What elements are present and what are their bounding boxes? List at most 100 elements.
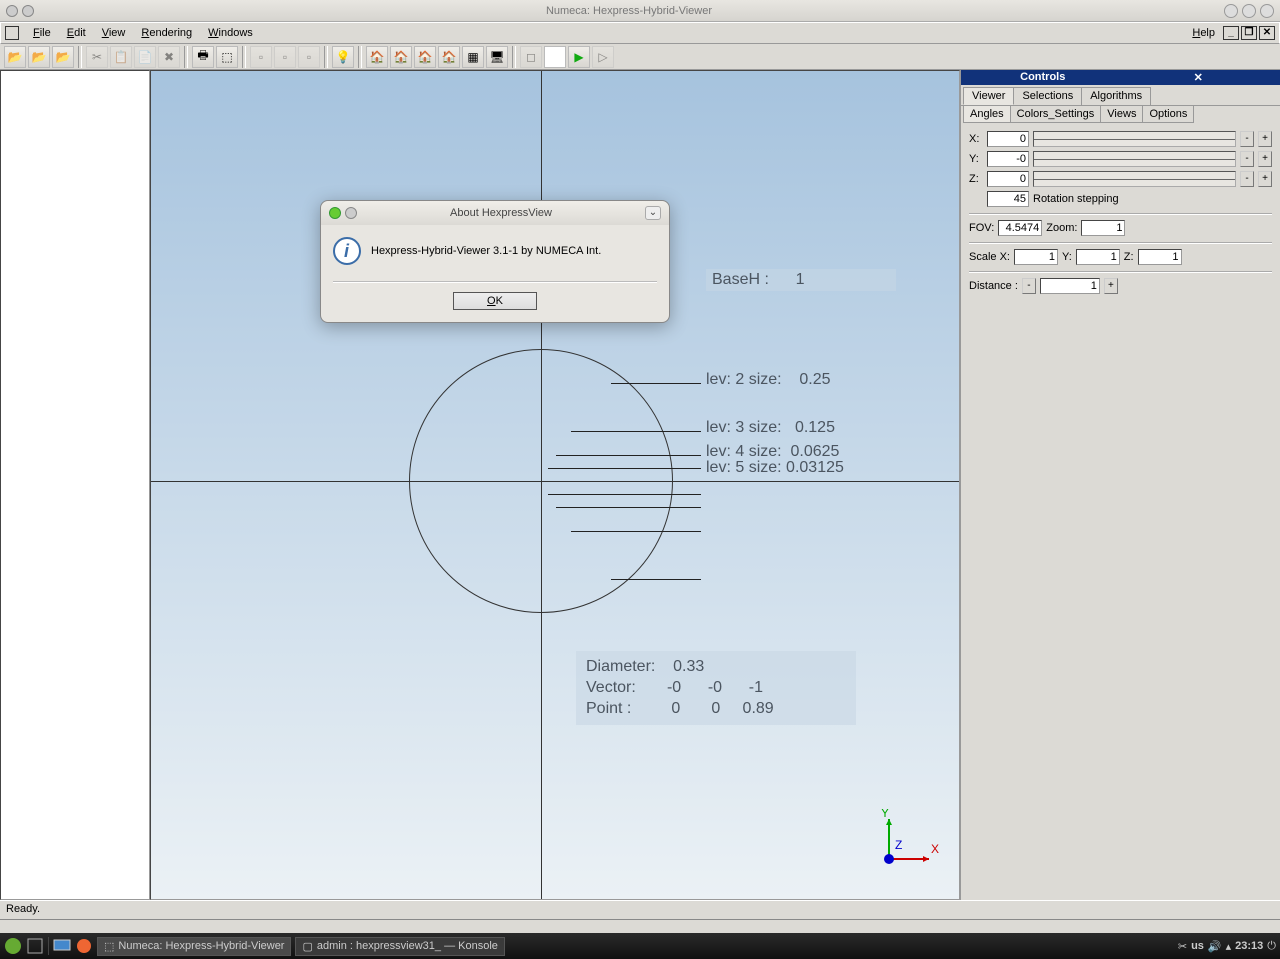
subtab-colors[interactable]: Colors_Settings: [1010, 106, 1102, 123]
open2-button[interactable]: 📂: [28, 46, 50, 68]
angle-x-slider[interactable]: [1033, 131, 1236, 147]
zoom-label: Zoom:: [1046, 222, 1077, 234]
mdi-minimize-button[interactable]: _: [1223, 26, 1239, 40]
play2-button: ▷: [592, 46, 614, 68]
house4-button[interactable]: 🏠: [438, 46, 460, 68]
screen-button[interactable]: 🖥: [486, 46, 508, 68]
scalex-input[interactable]: [1014, 249, 1058, 265]
scissors-icon[interactable]: ✂: [1178, 940, 1187, 953]
ok-button[interactable]: OK: [453, 292, 537, 310]
box-button[interactable]: ⬚: [216, 46, 238, 68]
svg-text:Y: Y: [881, 809, 889, 820]
menu-help[interactable]: Help: [1184, 25, 1223, 41]
angle-y-input[interactable]: [987, 151, 1029, 167]
toolbar: 📂 📂 📂 ✂ 📋 📄 ✖ 🖶 ⬚ ▫ ▫ ▫ 💡 🏠 🏠 🏠 🏠 ▦ 🖥 ◻ …: [0, 44, 1280, 70]
play-button[interactable]: ▶: [568, 46, 590, 68]
white-button[interactable]: [544, 46, 566, 68]
angle-z-minus[interactable]: -: [1240, 171, 1254, 187]
copy-button: 📋: [110, 46, 132, 68]
dialog-titlebar[interactable]: About HexpressView ⌄: [321, 201, 669, 225]
subtab-options[interactable]: Options: [1142, 106, 1194, 123]
angle-z-input[interactable]: [987, 171, 1029, 187]
angle-x-label: X:: [969, 133, 983, 145]
app-icon: [6, 5, 18, 17]
scaley-input[interactable]: [1076, 249, 1120, 265]
light-button[interactable]: 💡: [332, 46, 354, 68]
logout-icon[interactable]: ⏻: [1267, 940, 1276, 953]
cube-icon[interactable]: [26, 937, 44, 955]
angle-y-label: Y:: [969, 153, 983, 165]
zoom-input[interactable]: [1081, 220, 1125, 236]
volume-icon[interactable]: 🔊: [1208, 940, 1222, 953]
angle-x-plus[interactable]: +: [1258, 131, 1272, 147]
task-numeca[interactable]: ⬚ Numeca: Hexpress-Hybrid-Viewer: [97, 937, 291, 956]
firefox-icon[interactable]: [75, 937, 93, 955]
menu-rendering[interactable]: Rendering: [133, 25, 200, 41]
scalez-input[interactable]: [1138, 249, 1182, 265]
tab-viewer[interactable]: Viewer: [963, 87, 1014, 105]
dialog-message: Hexpress-Hybrid-Viewer 3.1-1 by NUMECA I…: [371, 245, 601, 257]
mdi-close-button[interactable]: ✕: [1259, 26, 1275, 40]
subtab-views[interactable]: Views: [1100, 106, 1143, 123]
3d-viewport[interactable]: BaseH : 1 lev: 2 size: 0.25 lev: 3 size:…: [150, 70, 960, 900]
angle-z-slider[interactable]: [1033, 171, 1236, 187]
maximize-button[interactable]: [1242, 4, 1256, 18]
controls-close-icon[interactable]: ✕: [1121, 71, 1277, 84]
clock[interactable]: 23:13: [1235, 940, 1263, 952]
controls-panel: Controls ✕ Viewer Selections Algorithms …: [960, 70, 1280, 900]
rotation-step-input[interactable]: [987, 191, 1029, 207]
close-button[interactable]: [1260, 4, 1274, 18]
system-menu-icon[interactable]: [5, 26, 19, 40]
tick-m3: [571, 531, 701, 532]
house1-button[interactable]: 🏠: [366, 46, 388, 68]
scalex-label: Scale X:: [969, 251, 1010, 263]
tool-b-button: ▫: [274, 46, 296, 68]
lev5-label: lev: 5 size: 0.03125: [706, 459, 844, 477]
lev2-label: lev: 2 size: 0.25: [706, 371, 831, 389]
dialog-minimize-icon[interactable]: ⌄: [645, 206, 661, 220]
os-titlebar: Numeca: Hexpress-Hybrid-Viewer: [0, 0, 1280, 22]
fov-input[interactable]: [998, 220, 1042, 236]
controls-subtabs: Angles Colors_Settings Views Options: [961, 105, 1280, 123]
svg-text:Z: Z: [895, 838, 902, 852]
tool-c-button: ▫: [298, 46, 320, 68]
open-button[interactable]: 📂: [4, 46, 26, 68]
menu-edit[interactable]: Edit: [59, 25, 94, 41]
tab-selections[interactable]: Selections: [1013, 87, 1082, 105]
angle-x-input[interactable]: [987, 131, 1029, 147]
tick-m4: [611, 579, 701, 580]
print-button[interactable]: 🖶: [192, 46, 214, 68]
angle-y-slider[interactable]: [1033, 151, 1236, 167]
tab-algorithms[interactable]: Algorithms: [1081, 87, 1151, 105]
scalez-label: Z:: [1124, 251, 1134, 263]
minimize-button[interactable]: [1224, 4, 1238, 18]
grid-button[interactable]: ▦: [462, 46, 484, 68]
distance-minus[interactable]: -: [1022, 278, 1036, 294]
distance-plus[interactable]: +: [1104, 278, 1118, 294]
subtab-angles[interactable]: Angles: [963, 106, 1011, 123]
geometry-circle: [409, 349, 673, 613]
os-taskbar: ⬚ Numeca: Hexpress-Hybrid-Viewer ▢ admin…: [0, 933, 1280, 959]
angle-x-minus[interactable]: -: [1240, 131, 1254, 147]
start-button[interactable]: [4, 937, 22, 955]
desktop-icon[interactable]: [53, 937, 71, 955]
angle-z-plus[interactable]: +: [1258, 171, 1272, 187]
window-title: Numeca: Hexpress-Hybrid-Viewer: [34, 5, 1224, 17]
open3-button[interactable]: 📂: [52, 46, 74, 68]
house2-button[interactable]: 🏠: [390, 46, 412, 68]
distance-input[interactable]: [1040, 278, 1100, 294]
axis-triad: X Y Z: [869, 809, 939, 879]
angle-y-minus[interactable]: -: [1240, 151, 1254, 167]
mdi-restore-button[interactable]: ❐: [1241, 26, 1257, 40]
angle-y-plus[interactable]: +: [1258, 151, 1272, 167]
terminal-icon: ▢: [302, 940, 312, 953]
task-konsole[interactable]: ▢ admin : hexpressview31_ — Konsole: [295, 937, 504, 956]
menu-view[interactable]: View: [94, 25, 134, 41]
menu-file[interactable]: File: [25, 25, 59, 41]
tree-panel[interactable]: [0, 70, 150, 900]
about-dialog: About HexpressView ⌄ Hexpress-Hybrid-Vie…: [320, 200, 670, 323]
keyboard-layout[interactable]: us: [1191, 940, 1204, 952]
house3-button[interactable]: 🏠: [414, 46, 436, 68]
tray-up-icon[interactable]: ▴: [1226, 940, 1232, 953]
menu-windows[interactable]: Windows: [200, 25, 261, 41]
